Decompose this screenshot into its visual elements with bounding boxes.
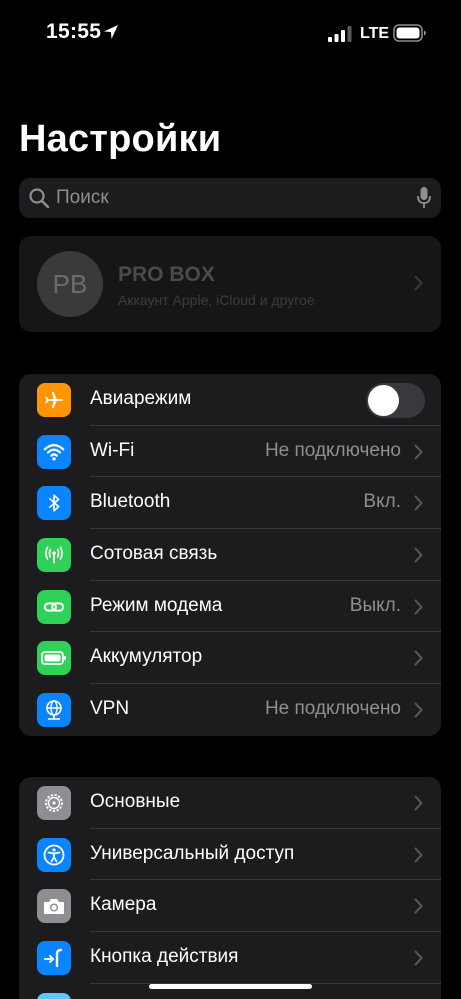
airplane-mode-toggle[interactable]: [366, 383, 425, 418]
row-label: Сотовая связь: [90, 543, 218, 565]
airplane-icon: [37, 383, 71, 417]
row-value: Не подключено: [264, 439, 401, 461]
row-cellular[interactable]: Сотовая связь: [19, 529, 441, 581]
account-subtitle: Аккаунт Apple, iCloud и другое: [118, 292, 315, 308]
row-accessibility[interactable]: Универсальный доступ: [19, 829, 441, 881]
bluetooth-icon: [37, 486, 71, 521]
row-label: Кнопка действия: [90, 946, 239, 968]
chevron-right-icon: [414, 795, 423, 811]
chevron-right-icon: [414, 898, 423, 914]
status-time: 15:55: [46, 20, 102, 43]
chevron-right-icon: [414, 444, 423, 460]
search-field[interactable]: Поиск: [19, 178, 441, 218]
row-value: Не подключено: [264, 698, 401, 720]
row-value: Выкл.: [349, 594, 401, 616]
gear-icon: [37, 786, 71, 820]
chevron-right-icon: [414, 950, 423, 966]
chevron-right-icon: [414, 275, 423, 291]
row-label: Wi-Fi: [90, 439, 135, 461]
cellular-signal-icon: [328, 26, 352, 42]
antenna-icon: [37, 538, 71, 573]
row-action-button[interactable]: Кнопка действия: [19, 932, 441, 984]
row-camera[interactable]: Камера: [19, 880, 441, 933]
connectivity-group: Авиарежим Wi-Fi Не подключено Bluetooth …: [19, 374, 441, 736]
avatar: PB: [37, 251, 103, 317]
row-label: Камера: [90, 894, 157, 916]
row-wifi[interactable]: Wi-Fi Не подключено: [19, 426, 441, 478]
row-label: Bluetooth: [90, 491, 171, 513]
accessibility-icon: [37, 837, 71, 872]
chevron-right-icon: [414, 650, 423, 666]
chevron-right-icon: [414, 547, 423, 563]
row-label: Основные: [90, 791, 181, 812]
vpn-globe-icon: [37, 693, 71, 728]
general-group: Основные Универсальный доступ Камера Кно…: [19, 777, 441, 999]
settings-screen: 15:55 LTE Настройки Поиск PB PRO BOX Акк…: [0, 0, 461, 999]
page-title: Настройки: [19, 118, 222, 160]
row-personal-hotspot[interactable]: Режим модема Выкл.: [19, 581, 441, 633]
apple-account-card[interactable]: PB PRO BOX Аккаунт Apple, iCloud и друго…: [19, 236, 441, 332]
battery-status-icon: [393, 24, 426, 42]
home-indicator[interactable]: [149, 984, 312, 989]
partial-app-icon: [37, 992, 71, 999]
row-battery[interactable]: Аккумулятор: [19, 632, 441, 685]
row-vpn[interactable]: VPN Не подключено: [19, 684, 441, 736]
chevron-right-icon: [414, 847, 423, 863]
microphone-icon[interactable]: [416, 186, 432, 210]
status-bar: 15:55 LTE: [0, 0, 461, 66]
row-value: Вкл.: [363, 491, 401, 513]
battery-icon: [37, 641, 71, 676]
row-label: Авиарежим: [90, 388, 192, 409]
hotspot-icon: [37, 589, 71, 624]
chevron-right-icon: [414, 599, 423, 615]
action-button-icon: [37, 941, 71, 976]
row-label: VPN: [90, 698, 130, 720]
row-bluetooth[interactable]: Bluetooth Вкл.: [19, 477, 441, 530]
toggle-knob: [368, 385, 399, 416]
network-type: LTE: [360, 25, 390, 42]
row-airplane-mode[interactable]: Авиарежим: [19, 374, 441, 426]
chevron-right-icon: [414, 495, 423, 511]
account-name: PRO BOX: [118, 263, 215, 286]
search-icon: [29, 188, 50, 209]
row-label: Аккумулятор: [90, 646, 203, 668]
chevron-right-icon: [414, 702, 423, 718]
row-label: Универсальный доступ: [90, 842, 295, 864]
row-label: Режим модема: [90, 594, 223, 616]
search-placeholder: Поиск: [56, 187, 109, 208]
camera-icon: [37, 889, 71, 924]
row-general[interactable]: Основные: [19, 777, 441, 829]
location-arrow-icon: [104, 25, 118, 39]
wifi-icon: [37, 434, 71, 469]
